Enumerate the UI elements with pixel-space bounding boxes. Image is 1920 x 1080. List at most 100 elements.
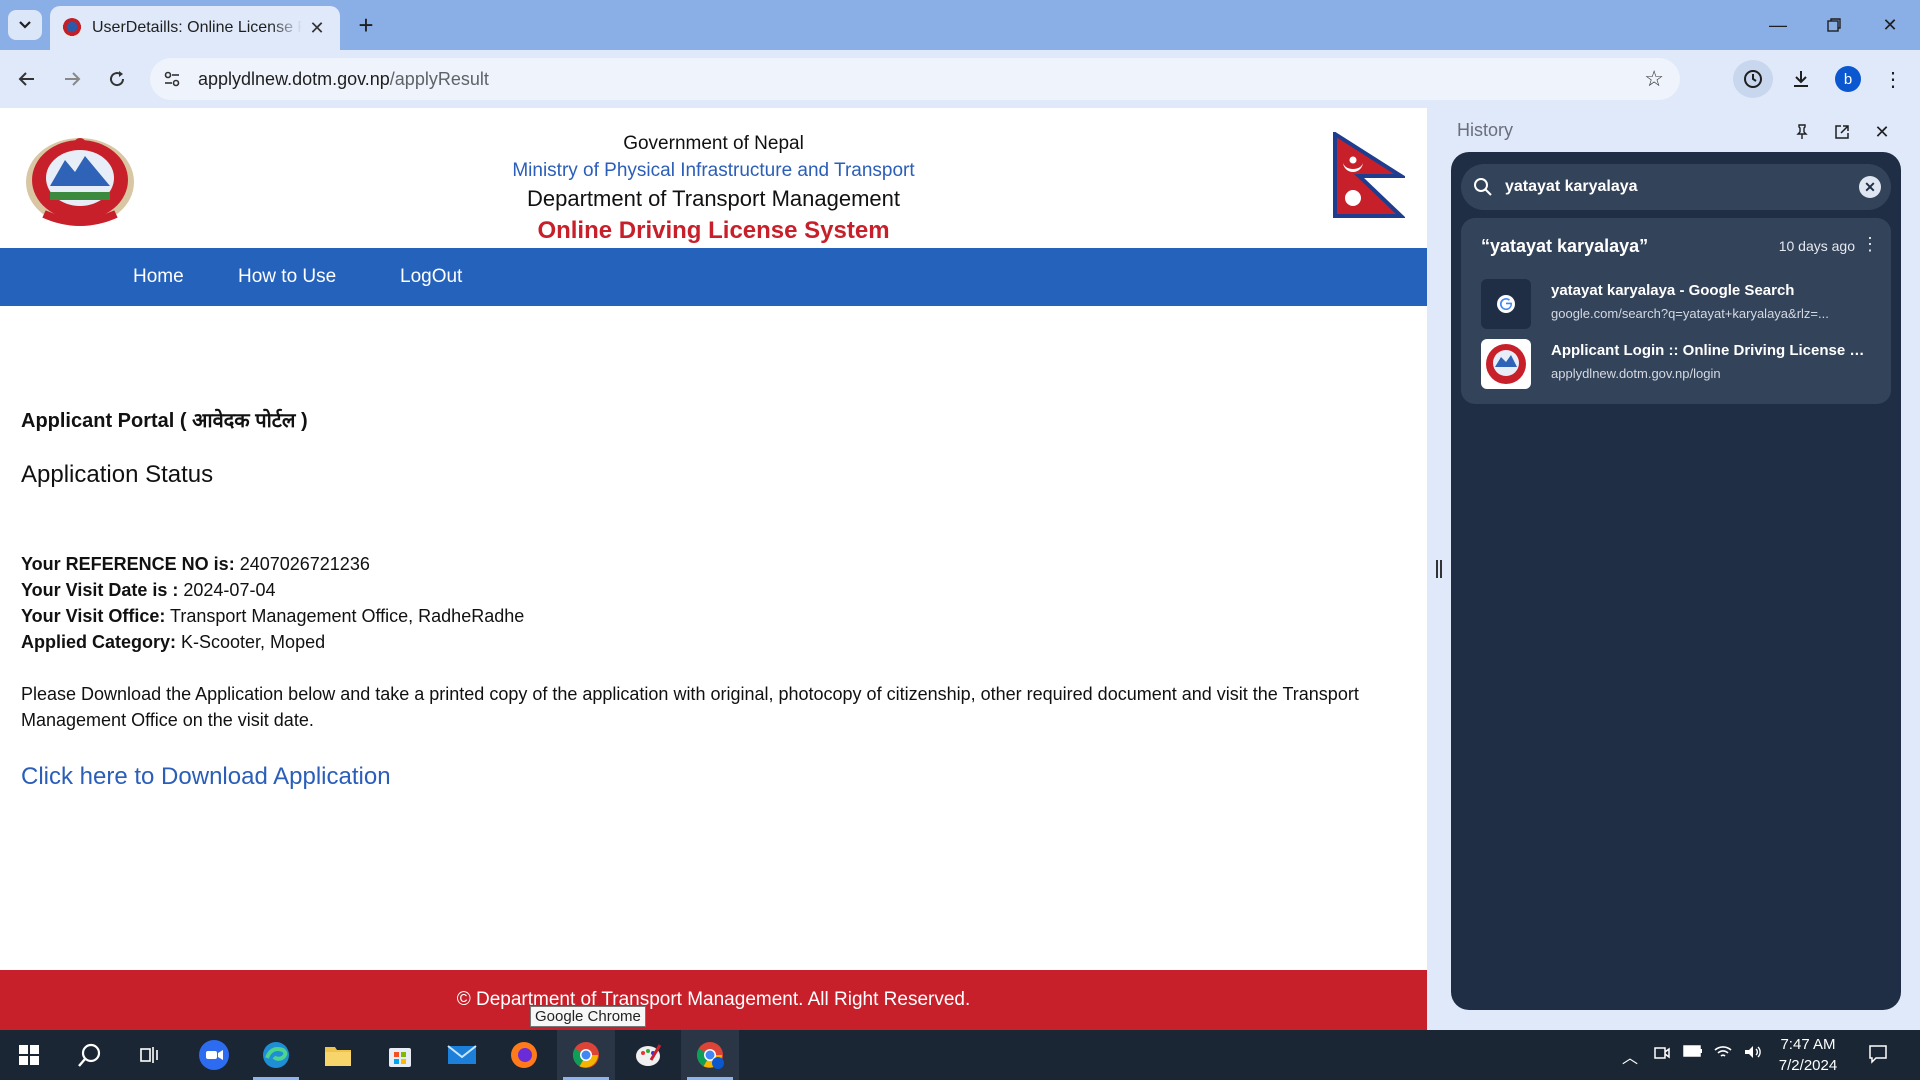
web-page: Government of Nepal Ministry of Physical… <box>0 108 1427 1030</box>
department-title: Department of Transport Management <box>527 186 900 211</box>
history-item[interactable]: yatayat karyalaya - Google Search google… <box>1481 276 1881 332</box>
application-info: Your REFERENCE NO is: 2407026721236 Your… <box>21 551 524 655</box>
search-icon[interactable] <box>61 1030 119 1080</box>
visit-date-label: Your Visit Date is : <box>21 580 179 600</box>
government-title: Government of Nepal <box>623 133 804 154</box>
nepal-flag-icon <box>1333 132 1405 218</box>
paint-icon[interactable] <box>619 1030 677 1080</box>
url-host: applydlnew.dotm.gov.np <box>198 68 390 89</box>
url-text: applydlnew.dotm.gov.np/applyResult <box>198 69 489 90</box>
clock-time: 7:47 AM <box>1780 1036 1836 1053</box>
side-panel-resize-handle[interactable] <box>1427 108 1451 1030</box>
wifi-icon[interactable] <box>1713 1044 1733 1065</box>
nav-how-to-use[interactable]: How to Use <box>238 248 336 306</box>
notifications-icon[interactable] <box>1868 1044 1888 1069</box>
clock-date: 7/2/2024 <box>1778 1057 1838 1074</box>
header-titles: Government of Nepal Ministry of Physical… <box>0 130 1427 248</box>
file-explorer-icon[interactable] <box>309 1030 367 1080</box>
meet-icon[interactable] <box>1653 1044 1671 1067</box>
download-icon[interactable] <box>1781 60 1821 98</box>
nav-logout[interactable]: LogOut <box>400 248 462 306</box>
instructions-text: Please Download the Application below an… <box>21 684 1359 730</box>
address-bar[interactable]: applydlnew.dotm.gov.np/applyResult ☆ <box>150 58 1680 100</box>
tab-title: UserDetaills: Online License Registratio… <box>92 19 302 36</box>
reference-row: Your REFERENCE NO is: 2407026721236 <box>21 551 524 577</box>
profile-avatar[interactable]: b <box>1835 66 1861 92</box>
firefox-icon[interactable] <box>495 1030 553 1080</box>
tab-strip: UserDetaills: Online License Registratio… <box>0 0 1920 50</box>
chevron-down-icon <box>19 21 31 29</box>
back-icon[interactable] <box>12 64 42 94</box>
more-options-icon[interactable]: ⋮ <box>1861 234 1879 255</box>
open-in-new-tab-icon[interactable] <box>1828 118 1856 146</box>
new-tab-button[interactable]: + <box>352 12 380 40</box>
browser-toolbar: applydlnew.dotm.gov.np/applyResult ☆ ⋮ <box>0 50 1920 108</box>
visit-date-value: 2024-07-04 <box>178 580 276 600</box>
ministry-title: Ministry of Physical Infrastructure and … <box>512 160 915 181</box>
tab-search-button[interactable] <box>8 10 42 40</box>
grip-icon <box>1436 560 1442 578</box>
history-item-title: yatayat karyalaya - Google Search <box>1551 282 1795 299</box>
zoom-icon[interactable] <box>185 1030 243 1080</box>
pin-icon[interactable] <box>1788 118 1816 146</box>
dotm-emblem-icon <box>1481 339 1531 389</box>
url-path: /applyResult <box>389 68 489 89</box>
reload-icon[interactable] <box>102 64 132 94</box>
download-application-link[interactable]: Click here to Download Application <box>21 763 391 791</box>
nav-home[interactable]: Home <box>133 248 184 306</box>
taskbar-clock[interactable]: 7:47 AM 7/2/2024 <box>1768 1034 1848 1076</box>
windows-start-icon[interactable] <box>0 1030 58 1080</box>
battery-icon[interactable] <box>1683 1044 1703 1063</box>
taskbar-tooltip: Google Chrome <box>530 1006 646 1027</box>
history-item[interactable]: Applicant Login :: Online Driving Licens… <box>1481 336 1881 392</box>
status-title: Application Status <box>21 461 214 488</box>
show-hidden-icons[interactable]: ︿ <box>1622 1044 1638 1068</box>
history-group-time: 10 days ago <box>1778 238 1855 254</box>
portal-label: Applicant Portal ( आवेदक पोर्टल ) <box>21 410 308 432</box>
browser-tab[interactable]: UserDetaills: Online License Registratio… <box>50 6 340 50</box>
tab-close-icon[interactable]: ✕ <box>306 18 328 39</box>
volume-icon[interactable] <box>1743 1044 1763 1065</box>
reference-value: 2407026721236 <box>234 554 370 574</box>
visit-office-row: Your Visit Office: Transport Management … <box>21 603 524 629</box>
history-icon[interactable] <box>1733 60 1773 98</box>
site-info-icon[interactable] <box>154 61 190 97</box>
clear-search-icon[interactable]: ✕ <box>1859 176 1881 198</box>
reference-label: Your REFERENCE NO is: <box>21 554 235 574</box>
history-item-url: google.com/search?q=yatayat+karyalaya&rl… <box>1551 306 1829 321</box>
history-item-url: applydlnew.dotm.gov.np/login <box>1551 366 1721 381</box>
forward-icon[interactable] <box>57 64 87 94</box>
history-side-panel: History ✕ yatayat karyalaya ✕ “yatayat k… <box>1451 108 1920 1030</box>
dotm-favicon-icon <box>62 18 82 38</box>
site-footer: © Department of Transport Management. Al… <box>0 970 1427 1030</box>
windows-taskbar: ︿ 7:47 AM 7/2/2024 <box>0 1030 1920 1080</box>
history-search-input[interactable]: yatayat karyalaya ✕ <box>1461 164 1891 210</box>
chrome-profile-icon[interactable] <box>681 1030 739 1080</box>
visit-date-row: Your Visit Date is : 2024-07-04 <box>21 577 524 603</box>
task-view-icon[interactable] <box>121 1030 179 1080</box>
history-item-title: Applicant Login :: Online Driving Licens… <box>1551 342 1871 359</box>
history-group: “yatayat karyalaya” 10 days ago ⋮ yataya… <box>1461 218 1891 404</box>
close-panel-icon[interactable]: ✕ <box>1868 118 1896 146</box>
chrome-menu-icon[interactable]: ⋮ <box>1873 60 1913 98</box>
close-window-icon[interactable]: ✕ <box>1862 0 1918 50</box>
store-icon[interactable] <box>371 1030 429 1080</box>
system-title: Online Driving License System <box>537 217 890 244</box>
visit-office-value: Transport Management Office, RadheRadhe <box>165 606 525 626</box>
main-nav: Home How to Use LogOut <box>0 248 1427 306</box>
history-results-card: yatayat karyalaya ✕ “yatayat karyalaya” … <box>1451 152 1901 1010</box>
site-header: Government of Nepal Ministry of Physical… <box>0 108 1427 248</box>
restore-icon[interactable] <box>1806 0 1862 50</box>
edge-icon[interactable] <box>247 1030 305 1080</box>
chrome-icon[interactable] <box>557 1030 615 1080</box>
history-group-title: “yatayat karyalaya” <box>1481 236 1649 256</box>
minimize-icon[interactable]: — <box>1750 0 1806 50</box>
category-label: Applied Category: <box>21 632 177 652</box>
bookmark-star-icon[interactable]: ☆ <box>1644 66 1664 92</box>
google-icon <box>1481 279 1531 329</box>
search-icon <box>1461 177 1505 197</box>
side-panel-title: History <box>1457 120 1514 140</box>
visit-office-label: Your Visit Office: <box>21 606 166 626</box>
mail-icon[interactable] <box>433 1030 491 1080</box>
category-row: Applied Category: K-Scooter, Moped <box>21 629 524 655</box>
